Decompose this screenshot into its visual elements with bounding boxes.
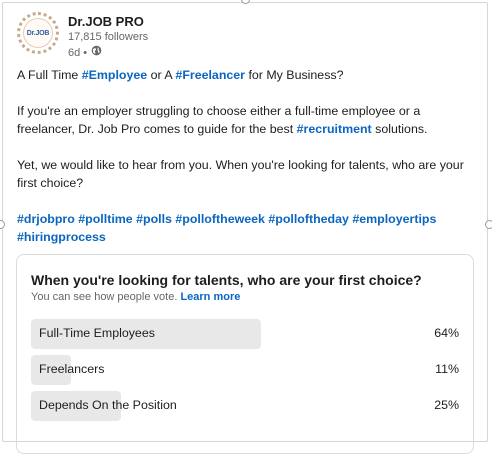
author-name[interactable]: Dr.JOB PRO [68, 13, 148, 30]
poll-option-percent: 11% [435, 362, 459, 376]
company-logo[interactable]: Dr.JOB [17, 12, 59, 54]
hashtag[interactable]: #drjobpro [17, 212, 75, 226]
hashtag[interactable]: #hiringprocess [17, 230, 106, 244]
learn-more-link[interactable]: Learn more [180, 291, 240, 303]
poll-option[interactable]: Depends On the Position 25% [31, 391, 459, 421]
poll-option-label: Depends On the Position [39, 398, 177, 412]
hashtag-recruitment[interactable]: #recruitment [297, 122, 372, 136]
post-paragraph-3: Yet, we would like to hear from you. Whe… [17, 158, 464, 190]
follower-count: 17,815 followers [68, 31, 149, 43]
poll-option-label: Freelancers [39, 362, 105, 376]
poll-card: When you're looking for talents, who are… [16, 254, 474, 454]
poll-option-percent: 64% [434, 326, 459, 340]
logo-text: Dr.JOB [26, 29, 50, 37]
hashtag[interactable]: #employertips [352, 212, 436, 226]
post-header: Dr.JOB Dr.JOB PRO 17,815 followers 6d • [17, 12, 148, 61]
poll-option[interactable]: Full-Time Employees 64% [31, 319, 459, 349]
post-body: A Full Time #Employee or A #Freelancer f… [17, 66, 479, 264]
poll-option[interactable]: Freelancers 11% [31, 355, 459, 385]
hashtag[interactable]: #polls [136, 212, 172, 226]
post-time: 6d • [68, 45, 148, 61]
hashtag[interactable]: #polltime [78, 212, 132, 226]
hashtag[interactable]: #polloftheday [268, 212, 349, 226]
poll-note: You can see how people vote. Learn more [31, 291, 241, 303]
globe-icon [91, 45, 102, 61]
hashtag-freelancer[interactable]: #Freelancer [175, 68, 245, 82]
resize-handle-right[interactable] [485, 220, 492, 229]
poll-question: When you're looking for talents, who are… [31, 272, 422, 288]
poll-option-percent: 25% [434, 398, 459, 412]
hashtag-list: #drjobpro #polltime #polls #pollofthewee… [17, 210, 479, 246]
post-line-1: A Full Time #Employee or A #Freelancer f… [17, 68, 344, 82]
poll-option-label: Full-Time Employees [39, 326, 155, 340]
hashtag-employee[interactable]: #Employee [82, 68, 147, 82]
post-paragraph-2: If you're an employer struggling to choo… [17, 104, 428, 136]
post-age: 6d • [68, 46, 88, 59]
hashtag[interactable]: #polloftheweek [175, 212, 265, 226]
